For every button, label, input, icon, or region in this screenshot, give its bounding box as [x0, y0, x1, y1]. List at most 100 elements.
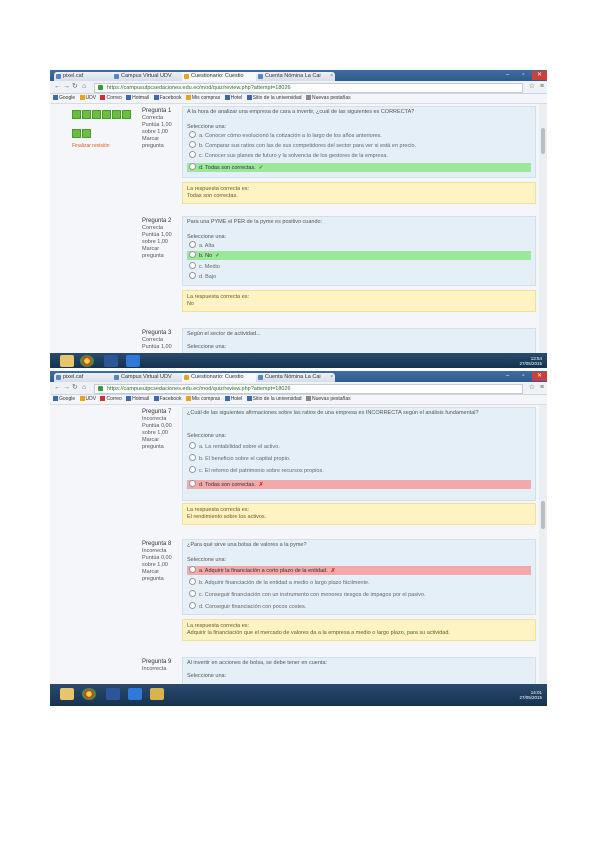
bookmark-item[interactable]: Sitio de la universidad	[246, 395, 302, 404]
close-icon[interactable]: ×	[330, 373, 333, 382]
radio-button[interactable]	[189, 251, 196, 258]
quiz-nav-square[interactable]	[72, 110, 81, 119]
tab-2[interactable]: Campus Virtual UDV×	[112, 72, 189, 81]
tab-2[interactable]: Campus Virtual UDV×	[112, 373, 189, 382]
reload-icon[interactable]: ↻	[72, 383, 78, 393]
home-icon[interactable]: ⌂	[82, 383, 86, 393]
radio-button[interactable]	[189, 566, 196, 573]
answer-option[interactable]: c. Conseguir financiación con un instrum…	[187, 590, 531, 599]
minimize-button[interactable]: –	[500, 372, 515, 381]
maximize-button[interactable]: ▫	[516, 372, 531, 381]
radio-button[interactable]	[189, 241, 196, 248]
radio-button[interactable]	[189, 578, 196, 585]
word-icon[interactable]	[104, 355, 118, 367]
radio-button[interactable]	[189, 454, 196, 461]
home-icon[interactable]: ⌂	[82, 82, 86, 92]
bookmark-item[interactable]: Correo	[100, 395, 122, 404]
minimize-button[interactable]: –	[500, 71, 515, 80]
answer-option[interactable]: c. Medio	[187, 262, 531, 271]
forward-icon[interactable]: →	[63, 383, 70, 393]
forward-icon[interactable]: →	[63, 82, 70, 92]
radio-button[interactable]	[189, 590, 196, 597]
quiz-nav-square[interactable]	[102, 110, 111, 119]
answer-option[interactable]: a. Alta	[187, 241, 531, 250]
radio-button[interactable]	[189, 131, 196, 138]
radio-button[interactable]	[189, 151, 196, 158]
answer-option-correct[interactable]: b. No ✓	[187, 251, 531, 260]
chrome-icon[interactable]	[82, 688, 96, 700]
answer-option[interactable]: a. Conocer cómo evolucionó la cotización…	[187, 131, 531, 140]
answer-option[interactable]: d. Bajo	[187, 272, 531, 281]
quiz-nav-square[interactable]	[92, 110, 101, 119]
flag-question-link[interactable]: Marcar pregunta	[142, 246, 178, 260]
bookmark-item[interactable]: Hotmail	[126, 94, 149, 103]
bookmark-item[interactable]: Correo	[100, 94, 122, 103]
app-icon[interactable]	[128, 688, 142, 700]
bookmark-item[interactable]: Google	[53, 395, 75, 404]
answer-option[interactable]: b. Adquirir financiación de la entidad a…	[187, 578, 531, 587]
quiz-nav-square[interactable]	[72, 129, 81, 138]
tab-1[interactable]: pixel.caf×	[54, 72, 119, 81]
tab-1[interactable]: pixel.caf×	[54, 373, 119, 382]
bookmark-item[interactable]: Facebook	[153, 94, 181, 103]
scrollbar-thumb[interactable]	[541, 128, 545, 154]
star-icon[interactable]: ☆	[529, 82, 535, 92]
maximize-button[interactable]: ▫	[516, 71, 531, 80]
radio-button[interactable]	[189, 163, 196, 170]
answer-option[interactable]: d. Conseguir financiación con pocos cost…	[187, 602, 531, 611]
answer-option-wrong[interactable]: d. Todas son correctas. ✗	[187, 480, 531, 489]
bookmark-item[interactable]: Mis compras	[185, 94, 220, 103]
back-icon[interactable]: ←	[54, 383, 61, 393]
url-input[interactable]: https://campusutpcsedaciones.edu.ec/mod/…	[94, 83, 523, 93]
back-icon[interactable]: ←	[54, 82, 61, 92]
tab-4[interactable]: Cuenta Nómina La Cai ×	[256, 373, 335, 382]
answer-option-wrong[interactable]: a. Adquirir la financiación a corto plaz…	[187, 566, 531, 575]
tab-4[interactable]: Cuenta Nómina La Cai ×	[256, 72, 335, 81]
answer-option[interactable]: a. La rentabilidad sobre el activo.	[187, 442, 531, 451]
bookmark-item[interactable]: Facebook	[153, 395, 181, 404]
bookmark-item[interactable]: Hotel	[224, 94, 242, 103]
flag-question-link[interactable]: Marcar pregunta	[142, 437, 178, 451]
bookmark-item[interactable]: Mis compras	[185, 395, 220, 404]
quiz-nav-square[interactable]	[82, 129, 91, 138]
bookmark-item[interactable]: Hotel	[224, 395, 242, 404]
radio-button[interactable]	[189, 272, 196, 279]
scrollbar-thumb[interactable]	[541, 501, 545, 529]
answer-option-correct[interactable]: d. Todas son correctas. ✓	[187, 163, 531, 172]
bookmark-item[interactable]: Nuevas pestañas	[305, 395, 351, 404]
menu-icon[interactable]: ≡	[540, 383, 544, 393]
quiz-nav-square[interactable]	[82, 110, 91, 119]
bookmark-item[interactable]: Hotmail	[126, 395, 149, 404]
radio-button[interactable]	[189, 442, 196, 449]
flag-question-link[interactable]: Marcar pregunta	[142, 569, 178, 583]
flag-question-link[interactable]: Marcar pregunta	[142, 136, 178, 150]
answer-option[interactable]: b. El beneficio sobre el capital propio.	[187, 454, 531, 463]
bookmark-item[interactable]: Sitio de la universidad	[246, 94, 302, 103]
bookmark-item[interactable]: UDV	[79, 395, 96, 404]
chrome-icon[interactable]	[80, 355, 94, 367]
scrollbar[interactable]	[539, 104, 547, 353]
answer-option[interactable]: c. Conocer sus planes de futuro y la sol…	[187, 151, 531, 160]
url-input[interactable]: https://campusutpcsedaciones.edu.ec/mod/…	[94, 384, 523, 394]
radio-button[interactable]	[189, 602, 196, 609]
bookmark-item[interactable]: Google	[53, 94, 75, 103]
bookmark-item[interactable]: UDV	[79, 94, 96, 103]
tab-3[interactable]: Cuestionario: Cuestio×	[182, 72, 263, 81]
close-window-button[interactable]: ✕	[532, 71, 547, 80]
close-window-button[interactable]: ✕	[532, 372, 547, 381]
answer-option[interactable]: b. Comparar sus ratios con las de sus co…	[187, 141, 531, 150]
app-icon[interactable]	[126, 355, 140, 367]
scrollbar[interactable]	[539, 405, 547, 684]
finish-review-link[interactable]: Finalizar revisión	[72, 143, 152, 149]
close-icon[interactable]: ×	[330, 72, 333, 81]
reload-icon[interactable]: ↻	[72, 82, 78, 92]
menu-icon[interactable]: ≡	[540, 82, 544, 92]
radio-button[interactable]	[189, 262, 196, 269]
answer-option[interactable]: c. El retorno del patrimonio sobre recur…	[187, 466, 531, 475]
folder-icon[interactable]	[60, 355, 74, 367]
radio-button[interactable]	[189, 480, 196, 487]
quiz-nav-square[interactable]	[122, 110, 131, 119]
app-icon[interactable]	[150, 688, 164, 700]
tab-3[interactable]: Cuestionario: Cuestio×	[182, 373, 263, 382]
radio-button[interactable]	[189, 466, 196, 473]
